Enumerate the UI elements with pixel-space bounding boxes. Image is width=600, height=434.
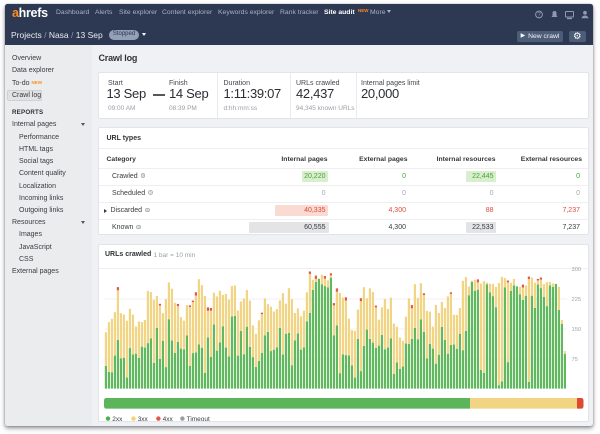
svg-text:2xx: 2xx — [112, 416, 123, 421]
svg-text:300: 300 — [571, 267, 581, 273]
svg-text:3xx: 3xx — [137, 416, 148, 421]
svg-text:75: 75 — [571, 357, 577, 363]
svg-text:225: 225 — [571, 297, 581, 303]
svg-text:4xx: 4xx — [162, 416, 173, 421]
svg-text:Timeout: Timeout — [186, 416, 209, 421]
svg-text:150: 150 — [571, 327, 581, 333]
